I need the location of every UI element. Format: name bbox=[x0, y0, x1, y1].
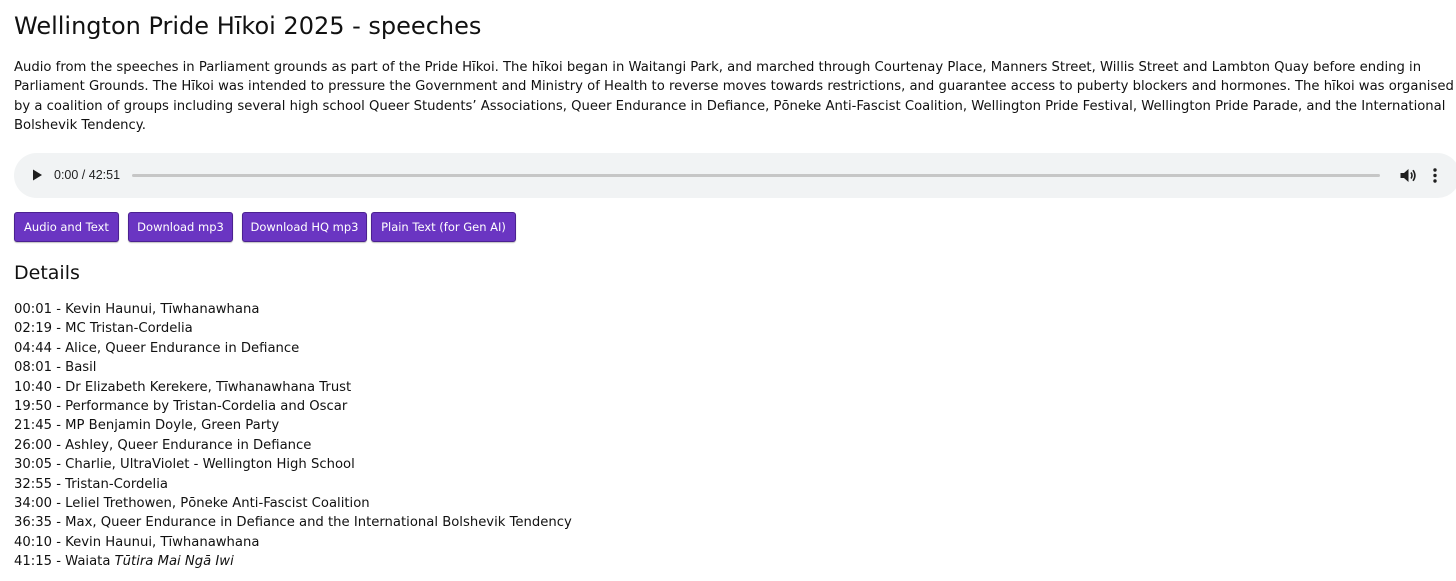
track-text: 41:15 - Waiata bbox=[14, 554, 115, 570]
audio-and-text-button[interactable]: Audio and Text bbox=[14, 212, 119, 242]
track-item: 34:00 - Leliel Trethowen, Pōneke Anti-Fa… bbox=[14, 494, 572, 513]
track-item: 21:45 - MP Benjamin Doyle, Green Party bbox=[14, 416, 572, 435]
track-text: 21:45 - MP Benjamin Doyle, Green Party bbox=[14, 418, 280, 434]
track-song-title: Tūtira Mai Ngā Iwi bbox=[114, 554, 234, 570]
track-item: 00:01 - Kevin Haunui, Tīwhanawhana bbox=[14, 300, 572, 319]
track-item: 10:40 - Dr Elizabeth Kerekere, Tīwhanawh… bbox=[14, 378, 572, 397]
track-text: 30:05 - Charlie, UltraViolet - Wellingto… bbox=[14, 457, 355, 473]
track-list: 00:01 - Kevin Haunui, Tīwhanawhana 02:19… bbox=[14, 300, 572, 571]
track-text: 04:44 - Alice, Queer Endurance in Defian… bbox=[14, 340, 300, 356]
track-text: 10:40 - Dr Elizabeth Kerekere, Tīwhanawh… bbox=[14, 379, 352, 395]
plain-text-button[interactable]: Plain Text (for Gen AI) bbox=[371, 212, 516, 242]
track-text: 32:55 - Tristan-Cordelia bbox=[14, 476, 168, 492]
track-item: 40:10 - Kevin Haunui, Tīwhanawhana bbox=[14, 533, 572, 552]
track-text: 36:35 - Max, Queer Endurance in Defiance… bbox=[14, 515, 572, 531]
track-item: 30:05 - Charlie, UltraViolet - Wellingto… bbox=[14, 455, 572, 474]
audio-player: 0:00 / 42:51 bbox=[14, 153, 1456, 198]
track-item: 04:44 - Alice, Queer Endurance in Defian… bbox=[14, 339, 572, 358]
track-item: 41:15 - Waiata Tūtira Mai Ngā Iwi bbox=[14, 552, 572, 571]
download-hq-mp3-button[interactable]: Download HQ mp3 bbox=[242, 212, 367, 242]
page-title: Wellington Pride Hīkoi 2025 - speeches bbox=[14, 12, 482, 40]
track-text: 02:19 - MC Tristan-Cordelia bbox=[14, 321, 193, 337]
track-item: 02:19 - MC Tristan-Cordelia bbox=[14, 319, 572, 338]
track-item: 19:50 - Performance by Tristan-Cordelia … bbox=[14, 397, 572, 416]
details-heading: Details bbox=[14, 262, 80, 284]
time-display: 0:00 / 42:51 bbox=[54, 168, 121, 182]
track-text: 00:01 - Kevin Haunui, Tīwhanawhana bbox=[14, 302, 260, 317]
more-vertical-icon[interactable] bbox=[1427, 166, 1443, 185]
track-item: 32:55 - Tristan-Cordelia bbox=[14, 475, 572, 494]
seek-bar[interactable] bbox=[132, 174, 1380, 177]
track-item: 36:35 - Max, Queer Endurance in Defiance… bbox=[14, 513, 572, 532]
track-text: 26:00 - Ashley, Queer Endurance in Defia… bbox=[14, 437, 312, 453]
download-mp3-button[interactable]: Download mp3 bbox=[128, 212, 233, 242]
track-item: 26:00 - Ashley, Queer Endurance in Defia… bbox=[14, 436, 572, 455]
play-icon[interactable] bbox=[28, 166, 46, 184]
track-item: 08:01 - Basil bbox=[14, 358, 572, 377]
track-text: 34:00 - Leliel Trethowen, Pōneke Anti-Fa… bbox=[14, 495, 370, 511]
track-text: 19:50 - Performance by Tristan-Cordelia … bbox=[14, 398, 348, 414]
volume-icon[interactable] bbox=[1398, 166, 1417, 185]
page-description: Audio from the speeches in Parliament gr… bbox=[14, 60, 1454, 134]
track-text: 08:01 - Basil bbox=[14, 360, 97, 376]
track-text: 40:10 - Kevin Haunui, Tīwhanawhana bbox=[14, 534, 260, 550]
